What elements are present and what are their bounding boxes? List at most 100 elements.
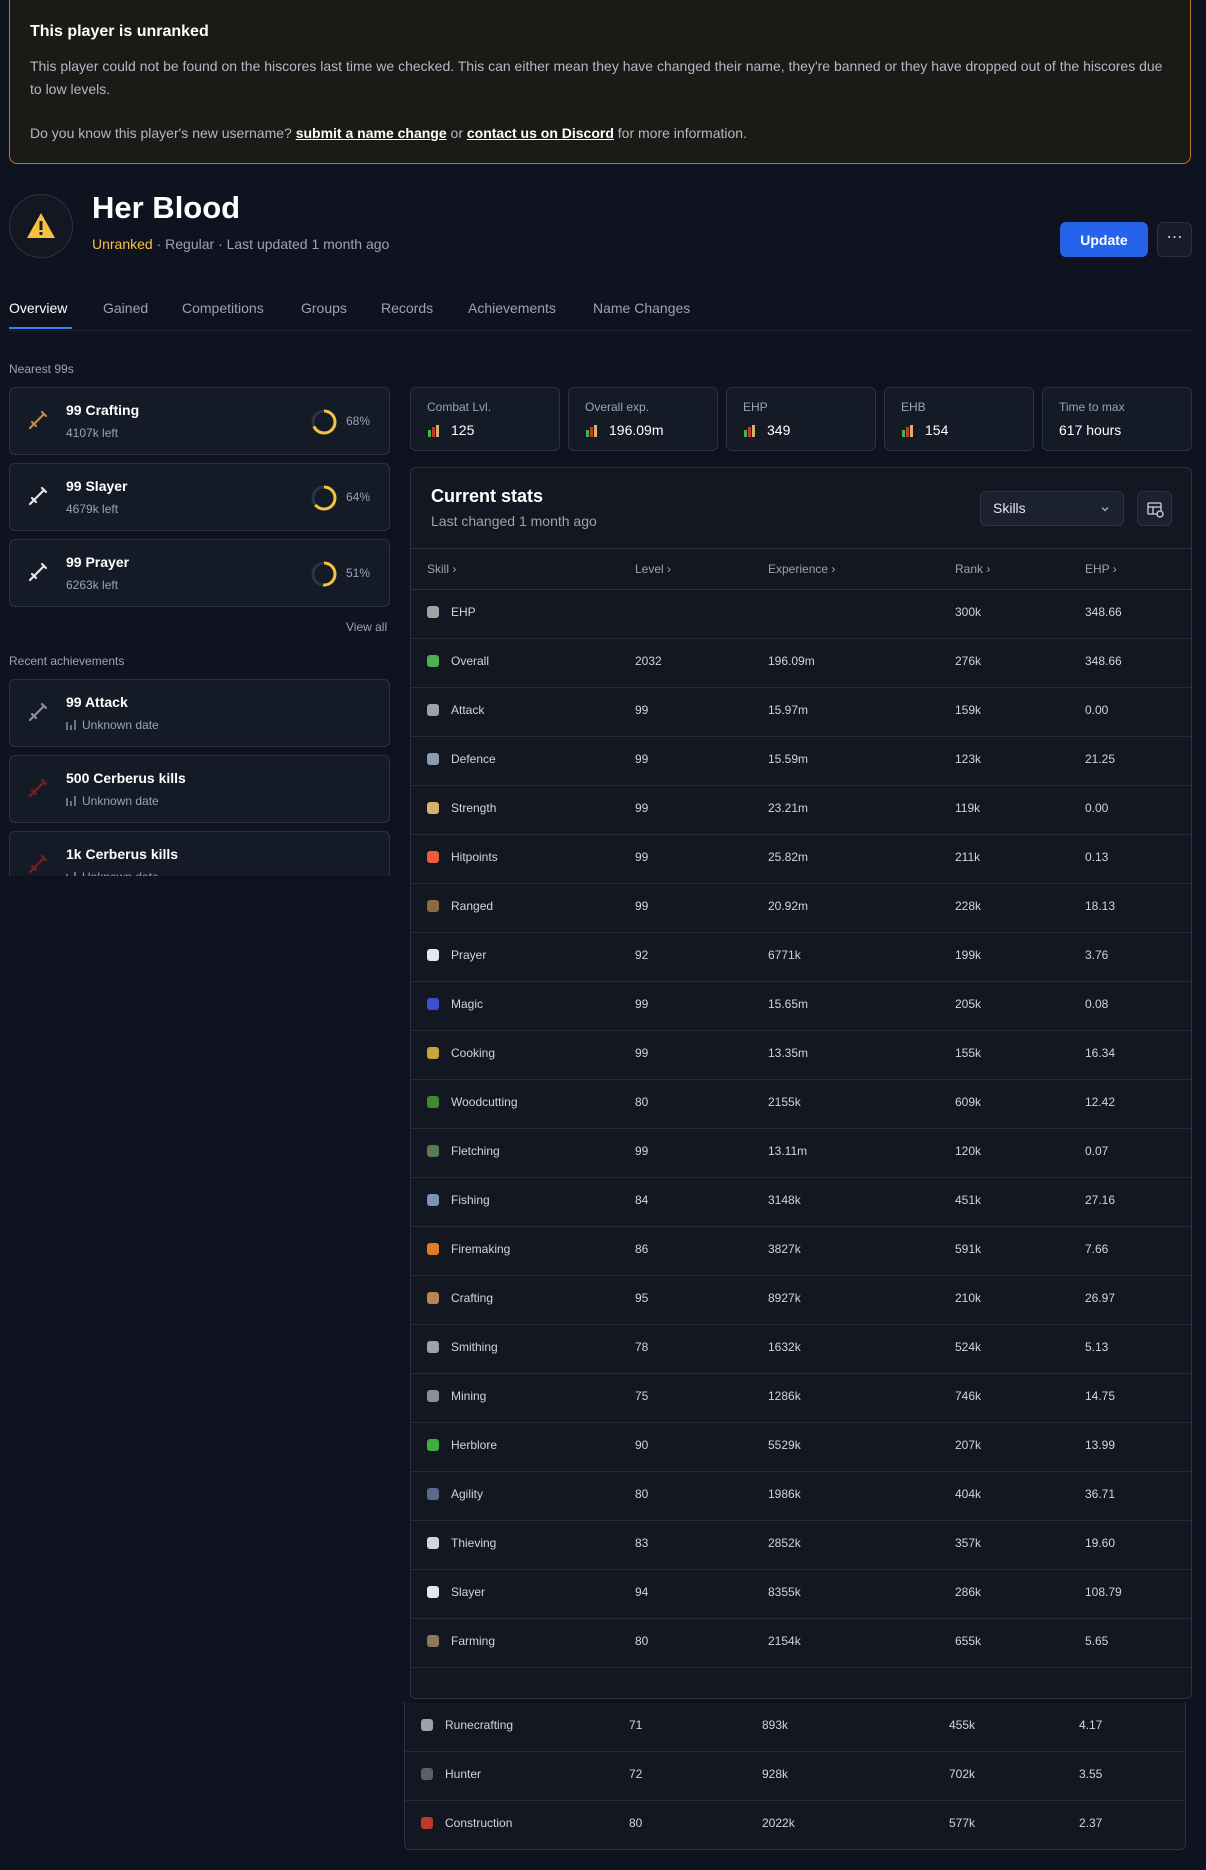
discord-link[interactable]: contact us on Discord	[467, 125, 614, 141]
skill-ehp: 0.00	[1085, 703, 1109, 717]
table-row[interactable]: Mining 75 1286k 746k 14.75	[411, 1373, 1191, 1423]
table-row[interactable]: Firemaking 86 3827k 591k 7.66	[411, 1226, 1191, 1276]
table-row[interactable]: Agility 80 1986k 404k 36.71	[411, 1471, 1191, 1521]
table-row[interactable]: Construction 80 2022k 577k 2.37	[405, 1800, 1185, 1849]
table-row[interactable]: Herblore 90 5529k 207k 13.99	[411, 1422, 1191, 1472]
table-row[interactable]: Overall 2032 196.09m 276k 348.66	[411, 638, 1191, 688]
table-row[interactable]: Magic 99 15.65m 205k 0.08	[411, 981, 1191, 1031]
table-row[interactable]: EHP 300k 348.66	[411, 589, 1191, 639]
col-rank[interactable]: Rank ›	[955, 562, 990, 576]
skill-rank: 199k	[955, 948, 982, 962]
skill-rank: 300k	[955, 605, 982, 619]
skill-name: Thieving	[451, 1536, 497, 1550]
skill-name: EHP	[451, 605, 476, 619]
table-row[interactable]: Thieving 83 2852k 357k 19.60	[411, 1520, 1191, 1570]
table-row[interactable]: Hitpoints 99 25.82m 211k 0.13	[411, 834, 1191, 884]
skill-level: 86	[635, 1242, 649, 1256]
table-row[interactable]: Slayer 94 8355k 286k 108.79	[411, 1569, 1191, 1619]
skill-rank: 404k	[955, 1487, 982, 1501]
stat-box: Combat Lvl. 125	[410, 387, 560, 451]
table-row[interactable]: Ranged 99 20.92m 228k 18.13	[411, 883, 1191, 933]
current-stats-title: Current stats	[431, 486, 544, 506]
skill-ehp: 4.17	[1079, 1718, 1103, 1732]
skill-rank: 702k	[949, 1767, 976, 1781]
achievement-date: Unknown date	[66, 870, 159, 876]
current-stats-subtitle: Last changed 1 month ago	[431, 513, 597, 529]
skill-ehp: 0.00	[1085, 801, 1109, 815]
woodcutting-icon	[427, 1096, 439, 1108]
table-row[interactable]: Cooking 99 13.35m 155k 16.34	[411, 1030, 1191, 1080]
achievement-card[interactable]: 500 Cerberus kills Unknown date	[9, 755, 390, 823]
skill-name: Woodcutting	[451, 1095, 518, 1109]
crafting-icon	[427, 1292, 439, 1304]
skill-level: 99	[635, 997, 649, 1011]
cerberus-icon	[28, 854, 48, 874]
col-level[interactable]: Level ›	[635, 562, 671, 576]
table-row[interactable]: Fletching 99 13.11m 120k 0.07	[411, 1128, 1191, 1178]
table-row[interactable]: Crafting 95 8927k 210k 26.97	[411, 1275, 1191, 1325]
table-row[interactable]: Woodcutting 80 2155k 609k 12.42	[411, 1079, 1191, 1129]
skill-rank: 210k	[955, 1291, 982, 1305]
skill-rank: 591k	[955, 1242, 982, 1256]
skill-level: 84	[635, 1193, 649, 1207]
more-options-button[interactable]: ⋯	[1157, 222, 1192, 257]
skill-rank: 155k	[955, 1046, 982, 1060]
skill-experience: 1986k	[768, 1487, 801, 1501]
update-button[interactable]: Update	[1060, 222, 1148, 257]
skill-ehp: 348.66	[1085, 654, 1122, 668]
skill-ehp: 3.55	[1079, 1767, 1103, 1781]
table-row[interactable]: Fishing 84 3148k 451k 27.16	[411, 1177, 1191, 1227]
mining-icon	[427, 1390, 439, 1402]
stat-label: EHB	[901, 400, 926, 414]
tab-achievements[interactable]: Achievements	[468, 300, 556, 316]
achievement-card[interactable]: 99 Attack Unknown date	[9, 679, 390, 747]
tab-name-changes[interactable]: Name Changes	[593, 300, 690, 316]
table-row[interactable]: Attack 99 15.97m 159k 0.00	[411, 687, 1191, 737]
stat-box: Time to max 617 hours	[1042, 387, 1192, 451]
col-skill[interactable]: Skill ›	[427, 562, 456, 576]
skill-level: 99	[635, 850, 649, 864]
table-row[interactable]: Farming 80 2154k 655k 5.65	[411, 1618, 1191, 1668]
stat-value: 125	[451, 422, 475, 438]
table-row[interactable]: Smithing 78 1632k 524k 5.13	[411, 1324, 1191, 1374]
agility-icon	[427, 1488, 439, 1500]
table-row[interactable]: Strength 99 23.21m 119k 0.00	[411, 785, 1191, 835]
stat-value: 349	[767, 422, 791, 438]
skill-level: 99	[635, 1144, 649, 1158]
skill-ehp: 5.65	[1085, 1634, 1109, 1648]
col-ehp[interactable]: EHP ›	[1085, 562, 1117, 576]
construction-icon	[421, 1817, 433, 1829]
table-row[interactable]: Runecrafting 71 893k 455k 4.17	[405, 1702, 1185, 1752]
skill-rank: 159k	[955, 703, 982, 717]
skill-rank: 119k	[955, 801, 981, 815]
skill-experience: 3827k	[768, 1242, 801, 1256]
thieving-icon	[427, 1537, 439, 1549]
table-row[interactable]: Defence 99 15.59m 123k 21.25	[411, 736, 1191, 786]
overall-icon	[427, 655, 439, 667]
stat-value: 617 hours	[1059, 422, 1122, 438]
col-experience[interactable]: Experience ›	[768, 562, 835, 576]
prayer-icon	[427, 949, 439, 961]
cooking-icon	[427, 1047, 439, 1059]
skill-experience: 5529k	[768, 1438, 801, 1452]
chart-bars-icon	[66, 796, 76, 806]
skill-ehp: 12.42	[1085, 1095, 1116, 1109]
achievement-card[interactable]: 1k Cerberus kills Unknown date	[9, 831, 390, 876]
skill-level: 80	[629, 1816, 643, 1830]
current-stats-panel-continued: Runecrafting 71 893k 455k 4.17 Hunter 72 928k 70…	[404, 1702, 1186, 1850]
skill-ehp: 14.75	[1085, 1389, 1116, 1403]
metric-type-select[interactable]: Skills	[980, 491, 1124, 526]
table-config-button[interactable]	[1137, 491, 1172, 526]
farming-icon	[427, 1635, 439, 1647]
current-stats-panel: Current stats Last changed 1 month ago S…	[410, 467, 1192, 1699]
table-settings-icon	[1147, 502, 1164, 518]
skill-level: 90	[635, 1438, 649, 1452]
stat-box: EHB 154	[884, 387, 1034, 451]
skill-experience: 13.11m	[768, 1144, 808, 1158]
skill-rank: 207k	[955, 1438, 982, 1452]
achievement-title: 99 Attack	[66, 694, 128, 710]
table-row[interactable]: Prayer 92 6771k 199k 3.76	[411, 932, 1191, 982]
skill-experience: 15.59m	[768, 752, 809, 766]
table-row[interactable]: Hunter 72 928k 702k 3.55	[405, 1751, 1185, 1801]
skill-name: Agility	[451, 1487, 484, 1501]
